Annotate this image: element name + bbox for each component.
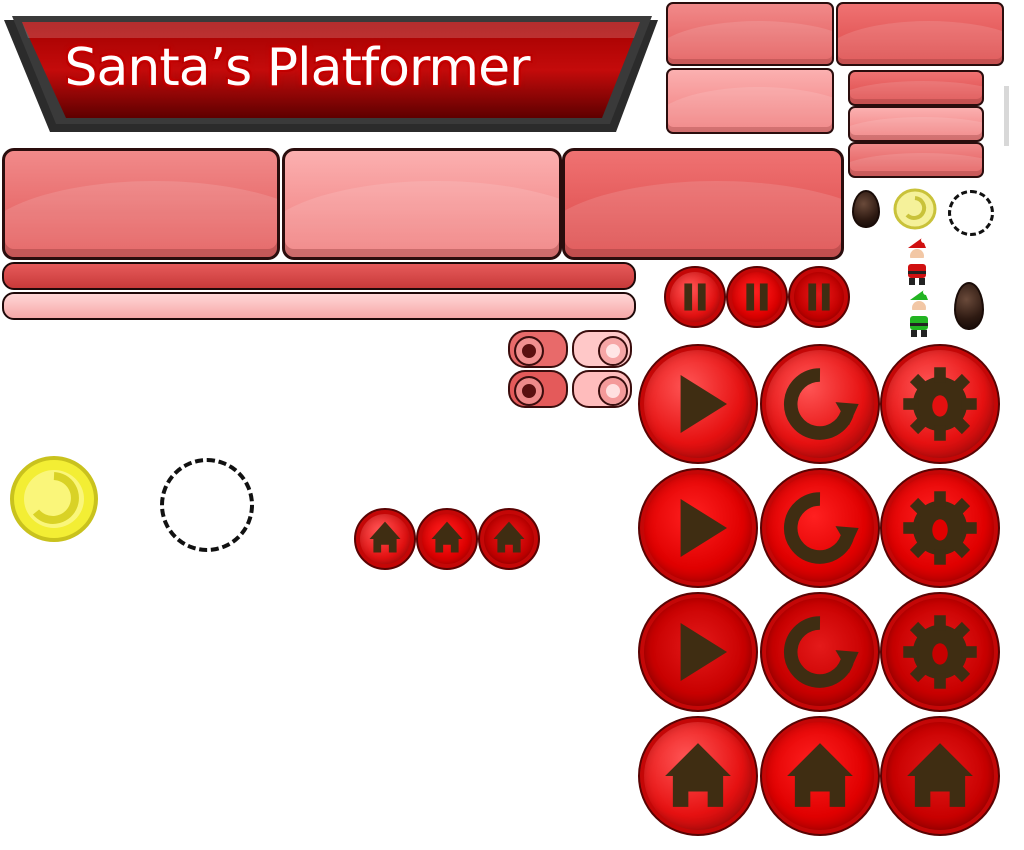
title-banner: Santa’s Platformer [4,8,660,132]
restart-button[interactable] [760,344,880,464]
pause-button[interactable] [664,266,726,328]
ring-large-icon [160,458,254,552]
panel-tile-small [848,70,984,106]
restart-icon [784,616,859,688]
game-title: Santa’s Platformer [64,38,531,98]
play-button[interactable] [638,344,758,464]
toggle-knob [598,376,628,406]
settings-button[interactable] [880,468,1000,588]
toggle-knob [514,336,544,366]
play-icon [680,375,727,433]
progress-bar-light [2,292,636,320]
home-button[interactable] [638,716,758,836]
settings-button[interactable] [880,344,1000,464]
toggle-switch[interactable] [572,330,632,368]
panel-tile [666,68,834,134]
toggle-switch[interactable] [572,370,632,408]
play-icon [680,499,727,557]
panel-tile-small [848,106,984,142]
restart-button[interactable] [760,592,880,712]
home-button[interactable] [478,508,540,570]
pause-icon [684,283,706,311]
settings-button[interactable] [880,592,1000,712]
home-button[interactable] [760,716,880,836]
panel-large [282,148,562,260]
play-button[interactable] [638,592,758,712]
egg-icon [954,282,984,330]
pause-button[interactable] [726,266,788,328]
home-button[interactable] [354,508,416,570]
panel-tile-small [848,142,984,178]
panel-large [2,148,280,260]
panel-tile [836,2,1004,66]
gear-icon [903,367,977,441]
gear-icon [903,615,977,689]
home-icon [493,521,525,553]
home-button[interactable] [416,508,478,570]
toggle-knob [514,376,544,406]
panel-large [562,148,844,260]
progress-bar [2,262,636,290]
santa-green-sprite [902,289,936,338]
home-icon [369,521,401,553]
restart-icon [784,492,859,564]
play-icon [680,623,727,681]
home-icon [431,521,463,553]
pause-button[interactable] [788,266,850,328]
toggle-switch[interactable] [508,370,568,408]
gear-icon [903,491,977,565]
play-button[interactable] [638,468,758,588]
pause-icon [746,283,768,311]
toggle-knob [598,336,628,366]
restart-icon [784,368,859,440]
home-icon [907,743,973,807]
home-icon [665,743,731,807]
coin-small-icon [893,188,937,230]
restart-button[interactable] [760,468,880,588]
toggle-switch[interactable] [508,330,568,368]
santa-red-sprite [900,237,934,286]
ring-icon [948,190,994,236]
scroll-divider [1004,86,1009,146]
home-button[interactable] [880,716,1000,836]
coin-icon [10,456,98,542]
panel-tile [666,2,834,66]
pause-icon [808,283,830,311]
home-icon [787,743,853,807]
egg-icon [852,190,880,228]
